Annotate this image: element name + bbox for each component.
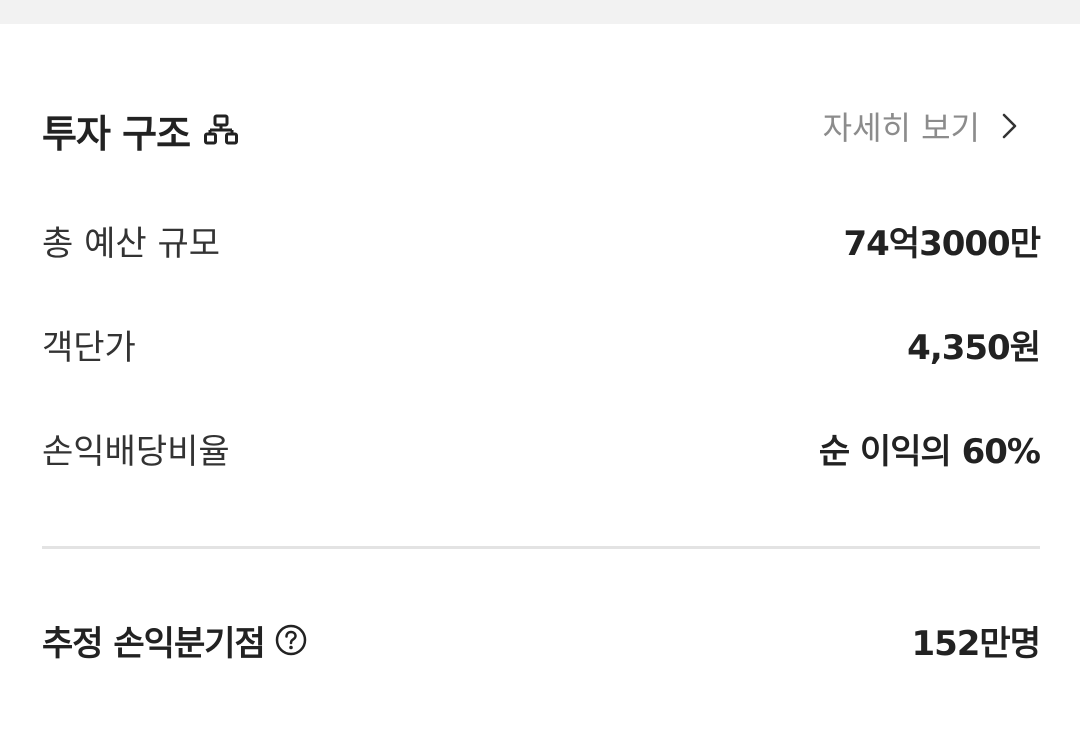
profit-share-row: 손익배당비율 순 이익의 60% (42, 420, 1041, 476)
question-circle-icon[interactable] (275, 624, 307, 656)
org-chart-icon (204, 113, 239, 147)
row-value: 순 이익의 60% (818, 431, 1041, 472)
row-value: 4,350원 (907, 327, 1041, 368)
investment-structure-section: 투자 구조 자세히 보기 총 예산 규모 74억3000만 객단가 4,350원… (0, 24, 1080, 742)
chevron-right-icon (1000, 111, 1020, 141)
view-details-label: 자세히 보기 (822, 109, 980, 147)
section-header: 투자 구조 자세히 보기 (42, 102, 1040, 156)
break-even-row: 추정 손익분기점 152만명 (42, 612, 1041, 668)
view-details-link[interactable]: 자세히 보기 (823, 102, 1020, 150)
row-label: 객단가 (42, 327, 136, 368)
break-even-label: 추정 손익분기점 (42, 623, 266, 664)
price-per-customer-row: 객단가 4,350원 (42, 316, 1041, 372)
row-label: 총 예산 규모 (42, 223, 221, 264)
row-label: 손익배당비율 (42, 431, 230, 472)
top-strip (0, 0, 1080, 24)
section-title-wrap: 투자 구조 (42, 106, 239, 156)
break-even-value: 152만명 (911, 623, 1041, 664)
section-title: 투자 구조 (42, 111, 191, 156)
section-divider (42, 546, 1040, 549)
row-value: 74억3000만 (843, 223, 1041, 264)
budget-row: 총 예산 규모 74억3000만 (42, 212, 1041, 268)
break-even-label-wrap: 추정 손익분기점 (42, 616, 307, 665)
